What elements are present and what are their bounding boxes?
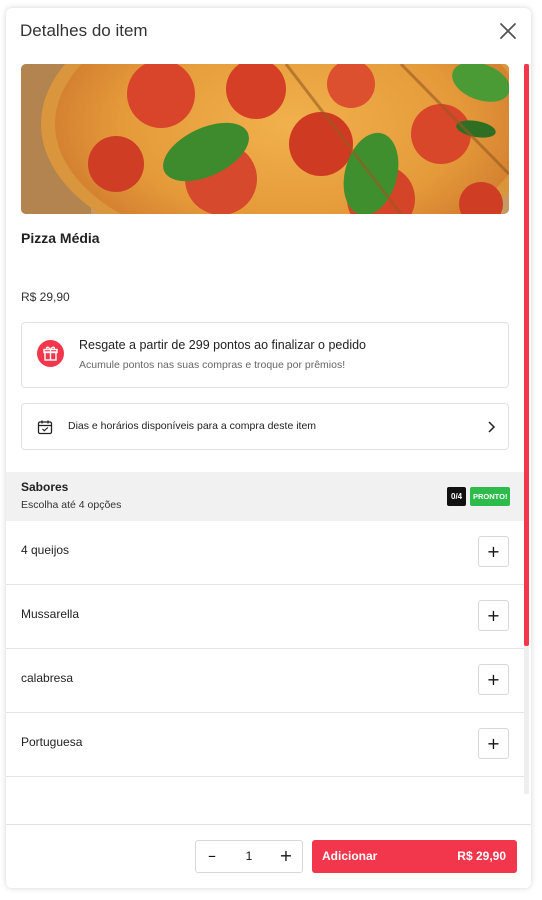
add-option-button[interactable]: + [478, 664, 509, 695]
increase-quantity-button[interactable]: + [270, 841, 302, 872]
flavors-section-header: Sabores Escolha até 4 opções 0/4 PRONTO! [6, 472, 524, 521]
option-row: Mussarella + [6, 585, 524, 649]
modal-header: Detalhes do item [6, 8, 531, 54]
add-button-price: R$ 29,90 [457, 849, 506, 863]
schedule-button[interactable]: Dias e horários disponíveis para a compr… [21, 403, 509, 450]
flavors-subtitle: Escolha até 4 opções [21, 499, 122, 511]
close-icon [500, 23, 516, 39]
modal-footer: – 1 + Adicionar R$ 29,90 [6, 824, 531, 888]
modal-body[interactable]: Pizza Média R$ 29,90 Resgate a partir de… [6, 54, 531, 824]
gift-icon [37, 340, 64, 367]
option-label: Portuguesa [21, 735, 83, 749]
option-row: calabresa + [6, 649, 524, 713]
ready-badge: PRONTO! [470, 487, 511, 506]
schedule-label: Dias e horários disponíveis para a compr… [68, 420, 317, 432]
add-to-cart-button[interactable]: Adicionar R$ 29,90 [312, 840, 517, 873]
close-button[interactable] [499, 22, 517, 40]
product-image [21, 64, 509, 214]
chevron-right-icon [488, 421, 496, 433]
points-subtitle: Acumule pontos nas suas compras e troque… [79, 359, 346, 371]
modal-title: Detalhes do item [20, 21, 148, 40]
product-price: R$ 29,90 [21, 290, 70, 304]
add-option-button[interactable]: + [478, 600, 509, 631]
option-label: 4 queijos [21, 543, 70, 557]
quantity-value: 1 [245, 849, 253, 863]
add-button-label: Adicionar [322, 849, 378, 863]
flavors-title: Sabores [21, 480, 69, 494]
option-row: 4 queijos + [6, 521, 524, 585]
option-label: calabresa [21, 671, 74, 685]
decrease-quantity-button[interactable]: – [196, 841, 228, 872]
add-option-button[interactable]: + [478, 536, 509, 567]
quantity-stepper: – 1 + [195, 840, 303, 873]
option-label: Mussarella [21, 607, 80, 621]
calendar-icon [37, 420, 53, 435]
points-card: Resgate a partir de 299 pontos ao finali… [21, 322, 509, 388]
item-details-modal: Detalhes do item Pizza Média R$ 29,90 Re… [6, 8, 531, 888]
product-name: Pizza Média [21, 230, 100, 246]
selection-count-badge: 0/4 [447, 487, 467, 506]
points-title: Resgate a partir de 299 pontos ao finali… [79, 338, 366, 352]
scrollbar-thumb[interactable] [524, 64, 529, 646]
option-row: Portuguesa + [6, 713, 524, 777]
add-option-button[interactable]: + [478, 728, 509, 759]
